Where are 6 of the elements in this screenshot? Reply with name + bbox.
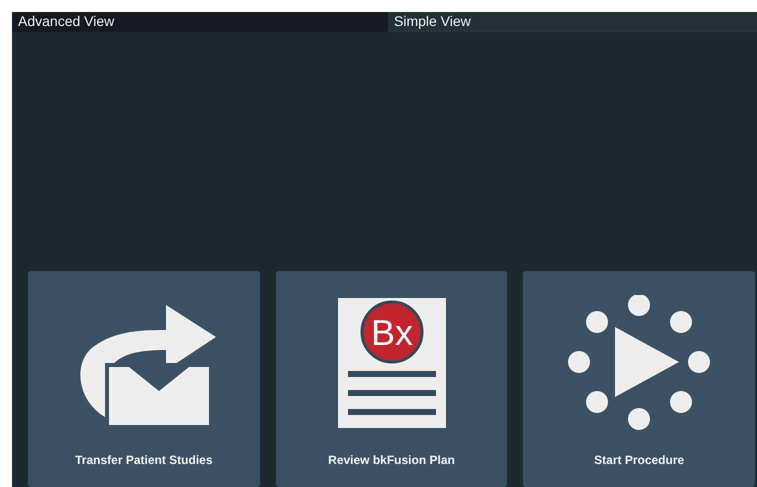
badge-text: Bx — [370, 312, 412, 352]
view-tab[interactable]: Simple View — [388, 12, 757, 32]
tile-button[interactable]: Transfer Patient Studies — [28, 271, 260, 487]
tile-button[interactable]: Bx Review bkFusion Plan — [276, 271, 508, 487]
view-tab[interactable]: Advanced View — [12, 12, 388, 32]
tile-button[interactable]: Start Procedure — [523, 271, 756, 487]
